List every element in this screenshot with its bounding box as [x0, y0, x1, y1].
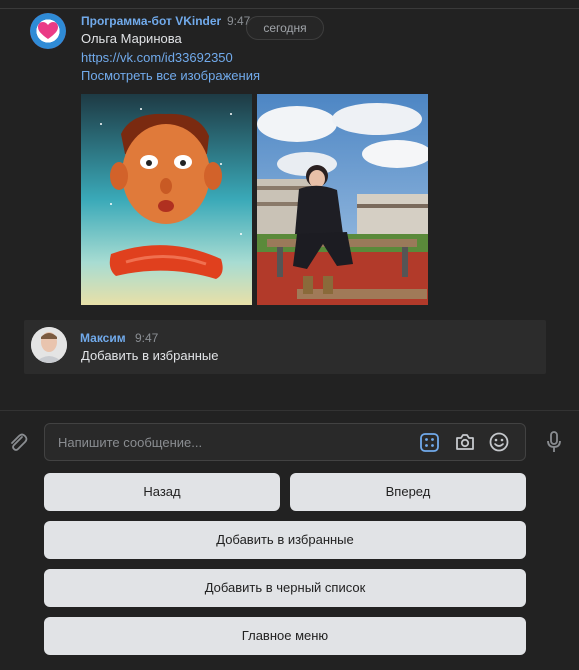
- add-favorite-button[interactable]: Добавить в избранные: [44, 521, 526, 559]
- bot-keyboard-icon[interactable]: [420, 433, 439, 452]
- emoji-icon[interactable]: [489, 432, 509, 452]
- top-divider: [0, 8, 579, 9]
- profile-name: Ольга Маринова: [81, 31, 182, 46]
- heart-icon: [38, 22, 58, 39]
- bot-avatar[interactable]: [30, 13, 66, 49]
- selected-message[interactable]: Максим 9:47 Добавить в избранные: [24, 320, 546, 374]
- camera-icon[interactable]: [455, 433, 475, 451]
- back-button[interactable]: Назад: [44, 473, 280, 511]
- message-time: 9:47: [135, 331, 159, 345]
- profile-link[interactable]: https://vk.com/id33692350: [81, 50, 233, 65]
- profile-photo-2[interactable]: [257, 94, 428, 305]
- main-menu-button[interactable]: Главное меню: [44, 617, 526, 655]
- microphone-icon[interactable]: [546, 431, 562, 453]
- view-all-images-link[interactable]: Посмотреть все изображения: [81, 68, 260, 83]
- avatar[interactable]: [31, 327, 67, 363]
- message-text: Добавить в избранные: [81, 348, 219, 363]
- add-blacklist-button[interactable]: Добавить в черный список: [44, 569, 526, 607]
- attach-icon[interactable]: [8, 431, 28, 453]
- sender-name[interactable]: Максим: [80, 331, 126, 345]
- forward-button[interactable]: Вперед: [290, 473, 526, 511]
- message-input-placeholder: Напишите сообщение...: [58, 435, 203, 450]
- sender-name[interactable]: Программа-бот VKinder: [81, 14, 221, 28]
- message-input[interactable]: Напишите сообщение...: [44, 423, 526, 461]
- composer-divider: [0, 410, 579, 411]
- date-separator: сегодня: [246, 16, 324, 40]
- profile-photo-1[interactable]: [81, 94, 252, 305]
